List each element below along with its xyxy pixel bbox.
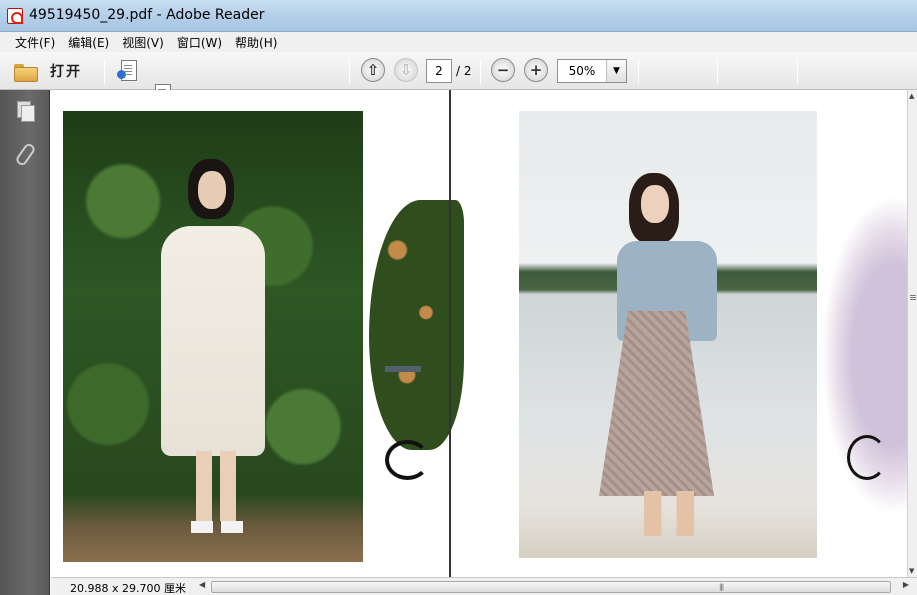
toolbar-separator <box>638 58 639 84</box>
create-badge-icon <box>117 70 126 79</box>
menu-view[interactable]: 视图(V) <box>115 34 170 51</box>
scroll-grip[interactable]: ||| <box>719 583 724 591</box>
zoom-in-icon[interactable]: + <box>524 58 548 82</box>
zoom-out-icon[interactable]: − <box>491 58 515 82</box>
white-dress <box>161 226 265 456</box>
scroll-down-icon[interactable]: ▼ <box>909 567 914 575</box>
horizontal-scrollbar[interactable]: ◀ ||| ▶ <box>199 580 909 594</box>
person-face <box>641 185 669 223</box>
scroll-up-icon[interactable]: ▲ <box>909 92 914 100</box>
toolbar-separator <box>349 58 350 84</box>
white-shoes <box>191 521 243 533</box>
menu-window[interactable]: 窗口(W) <box>170 34 228 51</box>
leaf-illustration <box>369 200 464 500</box>
person-legs <box>644 491 694 536</box>
leaf-bar <box>385 366 421 372</box>
scroll-left-icon[interactable]: ◀ <box>199 580 205 589</box>
navigation-pane <box>0 90 50 595</box>
page-down-icon[interactable]: ⇩ <box>394 58 418 82</box>
ink-stroke <box>385 440 430 480</box>
toolbar-separator <box>797 58 798 84</box>
person-legs <box>196 451 236 521</box>
adobe-pdf-icon <box>7 8 23 24</box>
scroll-thumb[interactable] <box>211 581 891 593</box>
open-label: 打开 <box>50 64 82 80</box>
page-up-icon[interactable]: ⇧ <box>361 58 385 82</box>
page-divider <box>449 90 451 577</box>
person-face <box>198 171 226 209</box>
menu-bar: 文件(F) 编辑(E) 视图(V) 窗口(W) 帮助(H) <box>0 32 917 52</box>
zoom-value: 50% <box>568 64 596 78</box>
page-number-input[interactable]: 2 <box>426 59 452 83</box>
vertical-scrollbar[interactable]: ▲ ▼ <box>907 90 917 577</box>
attachment-icon[interactable] <box>14 142 36 164</box>
pages-icon[interactable] <box>14 100 36 122</box>
title-bar: 49519450_29.pdf - Adobe Reader <box>0 0 917 32</box>
menu-file[interactable]: 文件(F) <box>8 34 61 51</box>
open-button[interactable]: 打开 <box>14 58 94 84</box>
folder-icon <box>14 62 38 82</box>
toolbar: 打开 ⇧ ⇩ 2 / 2 − + 50% ▼ T <box>0 52 917 345</box>
page-total: / 2 <box>456 64 472 78</box>
scroll-right-icon[interactable]: ▶ <box>903 580 909 589</box>
toolbar-separator <box>480 58 481 84</box>
status-bar: 20.988 x 29.700 厘米 ◀ ||| ▶ <box>51 577 917 595</box>
toolbar-separator <box>104 58 105 84</box>
window-title: 49519450_29.pdf - Adobe Reader <box>29 7 265 23</box>
zoom-select[interactable]: 50% ▼ <box>557 59 627 83</box>
menu-help[interactable]: 帮助(H) <box>228 34 283 51</box>
chevron-down-icon[interactable]: ▼ <box>606 60 626 82</box>
document-viewer[interactable] <box>51 90 907 577</box>
scroll-grip[interactable] <box>910 295 916 296</box>
toolbar-separator <box>717 58 718 84</box>
menu-edit[interactable]: 编辑(E) <box>61 34 115 51</box>
ink-stroke <box>847 435 887 480</box>
page-1-photo <box>63 111 363 562</box>
page-2-photo <box>519 111 817 558</box>
create-pdf-icon[interactable] <box>117 58 141 82</box>
page-size-label: 20.988 x 29.700 厘米 <box>70 582 186 595</box>
